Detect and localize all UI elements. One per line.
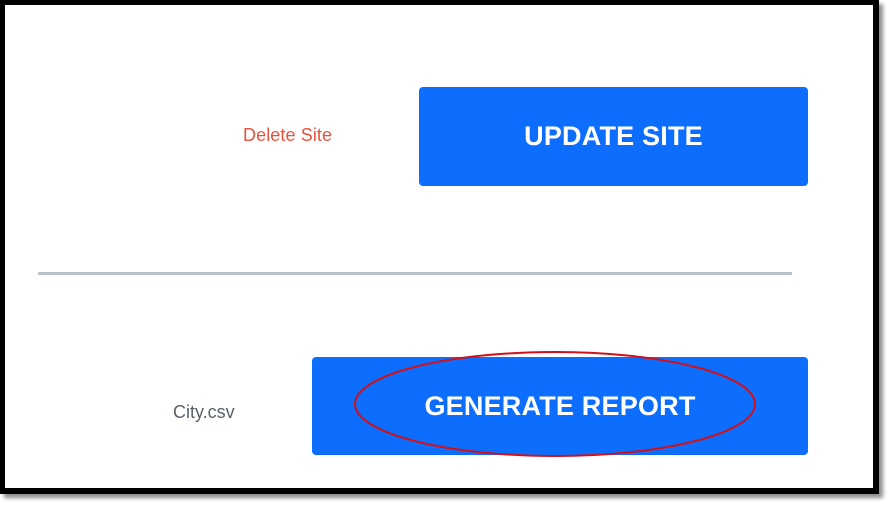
section-divider (38, 272, 792, 275)
panel-frame: Delete Site UPDATE SITE City.csv GENERAT… (0, 0, 879, 494)
delete-site-link[interactable]: Delete Site (243, 125, 332, 146)
update-site-button[interactable]: UPDATE SITE (419, 87, 808, 186)
file-name-label: City.csv (173, 402, 235, 422)
generate-report-button[interactable]: GENERATE REPORT (312, 357, 808, 455)
